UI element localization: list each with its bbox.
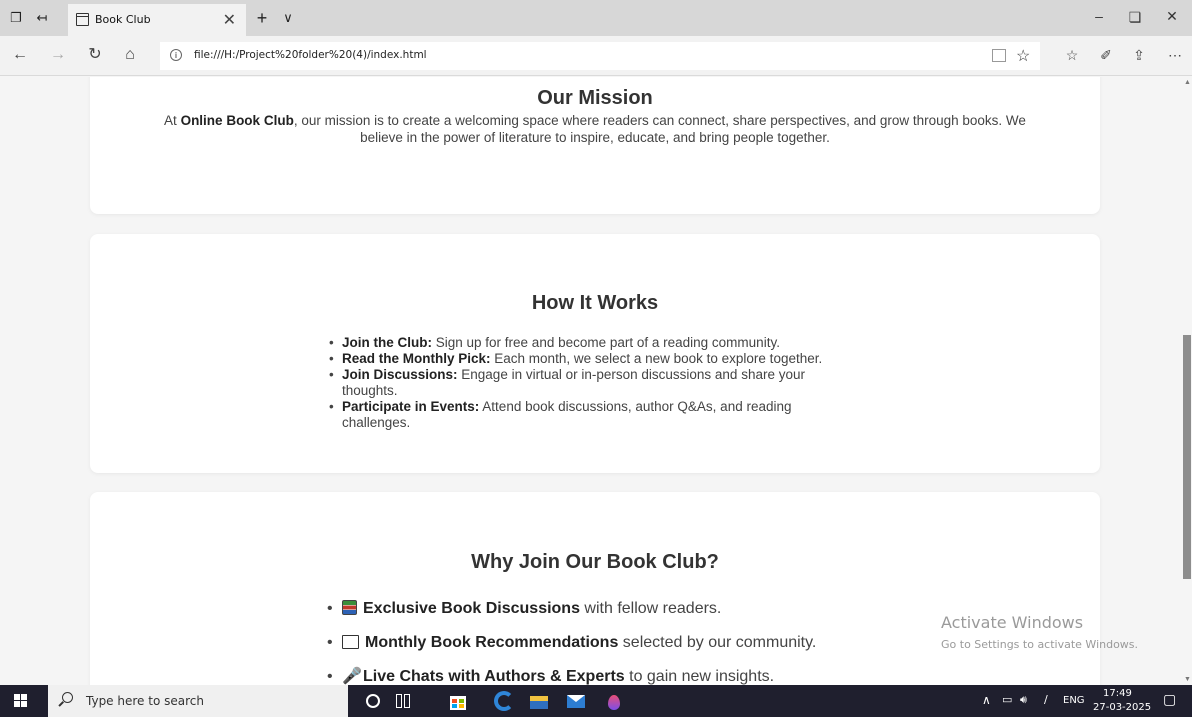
clock-date[interactable]: 27-03-2025 (1093, 702, 1151, 713)
volume-icon[interactable]: 🔊︎ (1020, 693, 1027, 707)
list-item: Join Discussions: Engage in virtual or i… (323, 367, 823, 399)
paint-app-icon[interactable] (604, 691, 624, 711)
mail-icon[interactable] (566, 691, 586, 711)
close-tab-icon[interactable]: ✕ (223, 10, 236, 30)
why-join-list: Exclusive Book Discussions with fellow r… (323, 599, 923, 685)
list-item: Exclusive Book Discussions with fellow r… (323, 599, 923, 633)
how-it-works-section: How It Works Join the Club: Sign up for … (90, 234, 1100, 473)
taskbar-search[interactable]: Type here to search (48, 685, 348, 717)
tab-title: Book Club (95, 13, 151, 26)
chevron-down-icon[interactable]: ∨ (280, 10, 296, 26)
list-item: Join the Club: Sign up for free and beco… (323, 335, 843, 351)
activate-windows-subtitle: Go to Settings to activate Windows. (941, 638, 1139, 651)
task-view-icon[interactable] (393, 691, 413, 711)
new-tab-icon[interactable]: + (254, 9, 270, 27)
list-item: Monthly Book Recommendations selected by… (323, 633, 923, 667)
minimize-icon[interactable]: – (1089, 8, 1109, 24)
start-icon[interactable] (14, 694, 28, 708)
set-aside-tabs-icon[interactable]: ↤ (34, 10, 50, 26)
favorites-icon[interactable]: ☆ (1062, 45, 1082, 65)
forward-icon[interactable]: → (48, 45, 68, 65)
notes-icon[interactable]: ✐ (1096, 45, 1116, 65)
title-bar: ❐ ↤ Book Club ✕ + ∨ – ❏ ✕ (0, 0, 1192, 36)
info-icon[interactable]: i (170, 49, 182, 61)
store-icon[interactable] (448, 691, 468, 711)
scroll-down-icon[interactable]: ▼ (1184, 676, 1191, 683)
reading-view-icon[interactable] (992, 49, 1006, 62)
back-icon[interactable]: ← (10, 45, 30, 65)
mission-section: Our Mission At Online Book Club, our mis… (90, 77, 1100, 214)
cortana-icon[interactable] (363, 691, 383, 711)
activate-windows-title: Activate Windows (941, 613, 1084, 632)
favorite-star-icon[interactable]: ☆ (1016, 46, 1030, 66)
scroll-up-icon[interactable]: ▲ (1184, 79, 1191, 86)
tray-chevron-icon[interactable]: ∧ (982, 693, 991, 707)
how-it-works-list: Join the Club: Sign up for free and beco… (323, 335, 843, 431)
vertical-scrollbar[interactable]: ▲ ▼ (1182, 77, 1192, 685)
search-icon (62, 692, 73, 703)
list-item: Read the Monthly Pick: Each month, we se… (323, 351, 843, 367)
file-explorer-icon[interactable] (529, 691, 549, 711)
book-icon (342, 635, 359, 649)
taskbar: Type here to search ∧ ▭ 🔊︎ ∕ ENG 17:49 2… (0, 685, 1192, 717)
share-icon[interactable]: ⇪ (1129, 45, 1149, 65)
refresh-icon[interactable]: ↻ (85, 45, 105, 65)
home-icon[interactable]: ⌂ (120, 45, 140, 65)
clock-time[interactable]: 17:49 (1103, 688, 1132, 699)
search-placeholder: Type here to search (86, 694, 204, 708)
list-item: Participate in Events: Attend book discu… (323, 399, 813, 431)
books-icon (342, 600, 357, 615)
browser-tab[interactable]: Book Club ✕ (68, 4, 246, 36)
edge-icon[interactable] (494, 691, 514, 711)
mission-text: At Online Book Club, our mission is to c… (164, 113, 1026, 145)
scrollbar-thumb[interactable] (1183, 335, 1191, 579)
page-icon (76, 13, 89, 26)
url-text[interactable]: file:///H:/Project%20folder%20(4)/index.… (194, 49, 427, 61)
why-join-heading: Why Join Our Book Club? (471, 551, 719, 573)
address-bar[interactable]: i file:///H:/Project%20folder%20(4)/inde… (160, 42, 1040, 70)
language-indicator[interactable]: ENG (1063, 695, 1085, 706)
club-name: Online Book Club (180, 113, 294, 128)
more-icon[interactable]: ⋯ (1165, 45, 1185, 65)
network-icon[interactable]: ∕ (1044, 693, 1048, 706)
notifications-icon[interactable]: ▢ (1163, 692, 1176, 708)
list-item: 🎤Live Chats with Authors & Experts to ga… (323, 667, 923, 685)
page-viewport: Our Mission At Online Book Club, our mis… (0, 77, 1182, 685)
how-it-works-heading: How It Works (531, 292, 659, 314)
address-bar-row: ← → ↻ ⌂ i file:///H:/Project%20folder%20… (0, 36, 1192, 76)
restore-icon[interactable]: ❏ (1125, 9, 1145, 26)
battery-icon[interactable]: ▭ (1002, 693, 1012, 706)
why-join-section: Why Join Our Book Club? Exclusive Book D… (90, 492, 1100, 685)
tab-actions-icon[interactable]: ❐ (8, 10, 24, 26)
mission-heading: Our Mission (537, 87, 653, 109)
close-window-icon[interactable]: ✕ (1162, 8, 1182, 25)
microphone-icon: 🎤 (342, 668, 362, 685)
